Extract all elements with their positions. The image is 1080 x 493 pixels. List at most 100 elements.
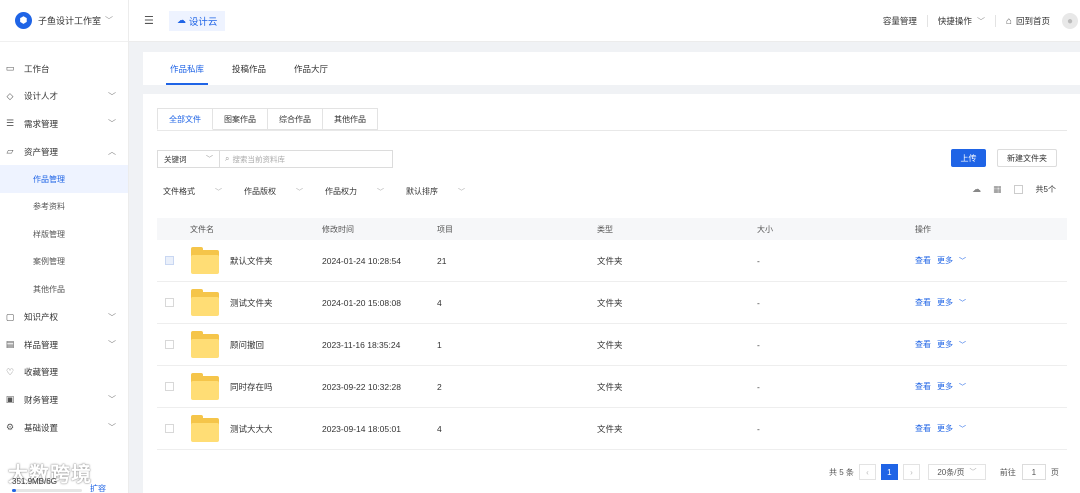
- filter-rights[interactable]: 作品权力 ﹀: [325, 186, 384, 197]
- tab-pattern-works[interactable]: 图案作品: [213, 108, 268, 130]
- page-size-select[interactable]: 20条/页 ﹀: [927, 464, 986, 480]
- goto-page-input[interactable]: 1: [1021, 464, 1046, 480]
- view-link[interactable]: 查看: [915, 298, 931, 307]
- row-checkbox[interactable]: [165, 382, 174, 391]
- sidebar-item-favorites[interactable]: ♡ 收藏管理: [0, 359, 128, 387]
- cloud-upload-icon[interactable]: ☁: [972, 184, 981, 195]
- upload-button[interactable]: 上传: [951, 149, 986, 167]
- tab-works-hall[interactable]: 作品大厅: [280, 52, 342, 85]
- home-label: 回到首页: [1015, 16, 1050, 26]
- table-row[interactable]: 测试大大大 2023-09-14 18:05:01 4 文件夹 - 查看 更多 ﹀: [157, 408, 1067, 450]
- chevron-down-icon: ﹀: [458, 188, 465, 196]
- page-button-current[interactable]: 1: [880, 464, 898, 480]
- sidebar-item-ip[interactable]: ▢ 知识产权 ﹀: [0, 303, 128, 331]
- search-icon: ⌕: [225, 154, 230, 163]
- sidebar-item-assets[interactable]: ▱ 资产管理 ︿: [0, 138, 128, 166]
- more-dropdown[interactable]: 更多: [937, 298, 953, 307]
- table-row[interactable]: 顾问撤回 2023-11-16 18:35:24 1 文件夹 - 查看 更多 ﹀: [157, 324, 1067, 366]
- tab-private-library[interactable]: 作品私库: [156, 52, 218, 85]
- chevron-down-icon: ﹀: [105, 16, 114, 25]
- table-row[interactable]: 测试文件夹 2024-01-20 15:08:08 4 文件夹 - 查看 更多 ﹀: [157, 282, 1067, 324]
- sidebar: ⬢ 子鱼设计工作室 ﹀ ▭ 工作台 ◇ 设计人才 ﹀ ☰ 需求管理 ﹀ ▱ 资产…: [0, 0, 129, 493]
- storage-progress-fill: [12, 489, 17, 492]
- file-type: 文件夹: [597, 339, 623, 350]
- sidebar-subitem-references[interactable]: 参考资料: [0, 193, 128, 221]
- view-link[interactable]: 查看: [915, 424, 931, 433]
- row-checkbox[interactable]: [165, 256, 174, 265]
- keyword-select[interactable]: 关键词 ﹀: [157, 150, 220, 168]
- sidebar-item-finance[interactable]: ▣ 财务管理 ﹀: [0, 386, 128, 414]
- item-count-cell: 1: [437, 339, 442, 350]
- file-name[interactable]: 默认文件夹: [230, 255, 273, 267]
- brand-switcher[interactable]: ⬢ 子鱼设计工作室 ﹀: [0, 0, 128, 42]
- view-link[interactable]: 查看: [915, 382, 931, 391]
- filter-row: 文件格式 ﹀ 作品版权 ﹀ 作品权力 ﹀ 默认排序 ﹀: [163, 186, 487, 197]
- table-row[interactable]: 默认文件夹 2024-01-24 10:28:54 21 文件夹 - 查看 更多 ﹀: [157, 240, 1067, 282]
- sidebar-subitem-other[interactable]: 其他作品: [0, 276, 128, 304]
- tab-all-files[interactable]: 全部文件: [157, 108, 213, 130]
- item-count-cell: 4: [437, 297, 442, 308]
- menu-toggle-icon[interactable]: ☰: [144, 14, 154, 27]
- avatar[interactable]: ●: [1062, 13, 1078, 29]
- modified-time: 2023-09-22 10:32:28: [322, 381, 401, 392]
- table-row[interactable]: 同时存在吗 2023-09-22 10:32:28 2 文件夹 - 查看 更多 ﹀: [157, 366, 1067, 408]
- grid-view-icon[interactable]: ▦: [993, 184, 1002, 195]
- file-name[interactable]: 同时存在吗: [230, 381, 273, 393]
- table-header: 文件名 修改时间 项目 类型 大小 操作: [157, 218, 1067, 240]
- next-page-button[interactable]: ›: [902, 464, 920, 480]
- header-ops: 操作: [915, 224, 931, 234]
- view-link[interactable]: 查看: [915, 256, 931, 265]
- sidebar-menu: ▭ 工作台 ◇ 设计人才 ﹀ ☰ 需求管理 ﹀ ▱ 资产管理 ︿ 作品管理 参考…: [0, 42, 128, 441]
- file-name[interactable]: 测试大大大: [230, 423, 273, 435]
- file-name[interactable]: 顾问撤回: [230, 339, 264, 351]
- filter-file-format[interactable]: 文件格式 ﹀: [163, 186, 222, 197]
- row-actions: 查看 更多 ﹀: [915, 423, 966, 434]
- file-name[interactable]: 测试文件夹: [230, 297, 273, 309]
- more-dropdown[interactable]: 更多: [937, 340, 953, 349]
- quick-actions-dropdown[interactable]: 快捷操作 ﹀: [928, 15, 995, 27]
- tab-design-cloud[interactable]: ☁ 设计云: [168, 10, 226, 31]
- new-folder-button[interactable]: 新建文件夹: [997, 149, 1057, 167]
- search-input[interactable]: ⌕ 搜索当前资料库: [220, 150, 393, 168]
- filter-sort[interactable]: 默认排序 ﹀: [406, 186, 465, 197]
- select-all-checkbox[interactable]: [1013, 185, 1023, 194]
- sidebar-item-settings[interactable]: ⚙ 基础设置 ﹀: [0, 414, 128, 442]
- file-type: 文件夹: [597, 255, 623, 266]
- sidebar-subitem-samples[interactable]: 样版管理: [0, 221, 128, 249]
- edit-list-icon: ☰: [5, 118, 15, 129]
- sidebar-item-label: 工作台: [24, 63, 50, 74]
- expand-storage-link[interactable]: 扩容: [90, 483, 106, 493]
- sidebar-item-demand[interactable]: ☰ 需求管理 ﹀: [0, 110, 128, 138]
- search-bar: 关键词 ﹀ ⌕ 搜索当前资料库: [157, 150, 393, 168]
- modified-time: 2023-09-14 18:05:01: [322, 423, 401, 434]
- row-checkbox[interactable]: [165, 340, 174, 349]
- tab-other-works[interactable]: 其他作品: [323, 108, 378, 130]
- tab-comprehensive-works[interactable]: 综合作品: [268, 108, 323, 130]
- sidebar-item-product-samples[interactable]: ▤ 样品管理 ﹀: [0, 331, 128, 359]
- sidebar-subitem-cases[interactable]: 案例管理: [0, 248, 128, 276]
- home-link[interactable]: ⌂ 回到首页: [996, 15, 1060, 27]
- goto-label: 前往: [999, 467, 1016, 477]
- pagination: 共 5 条 ‹ 1 › 20条/页 ﹀ 前往 1 页: [829, 464, 1059, 480]
- item-count-cell: 4: [437, 423, 442, 434]
- folder-icon: [191, 246, 219, 275]
- tab-submitted-works[interactable]: 投稿作品: [218, 52, 280, 85]
- sidebar-item-label: 收藏管理: [24, 367, 59, 378]
- search-placeholder: 搜索当前资料库: [232, 154, 285, 164]
- more-dropdown[interactable]: 更多: [937, 424, 953, 433]
- row-checkbox[interactable]: [165, 424, 174, 433]
- chevron-down-icon: ﹀: [108, 91, 116, 101]
- folder-icon: [191, 372, 219, 401]
- item-count-cell: 2: [437, 381, 442, 392]
- more-dropdown[interactable]: 更多: [937, 382, 953, 391]
- more-dropdown[interactable]: 更多: [937, 256, 953, 265]
- prev-page-button[interactable]: ‹: [858, 464, 876, 480]
- view-link[interactable]: 查看: [915, 340, 931, 349]
- sidebar-item-workbench[interactable]: ▭ 工作台: [0, 55, 128, 83]
- home-icon: ⌂: [1005, 15, 1012, 27]
- row-checkbox[interactable]: [165, 298, 174, 307]
- sidebar-item-design-talent[interactable]: ◇ 设计人才 ﹀: [0, 83, 128, 111]
- capacity-management-link[interactable]: 容量管理: [873, 15, 927, 27]
- filter-copyright[interactable]: 作品版权 ﹀: [244, 186, 303, 197]
- sidebar-subitem-works[interactable]: 作品管理: [0, 165, 128, 193]
